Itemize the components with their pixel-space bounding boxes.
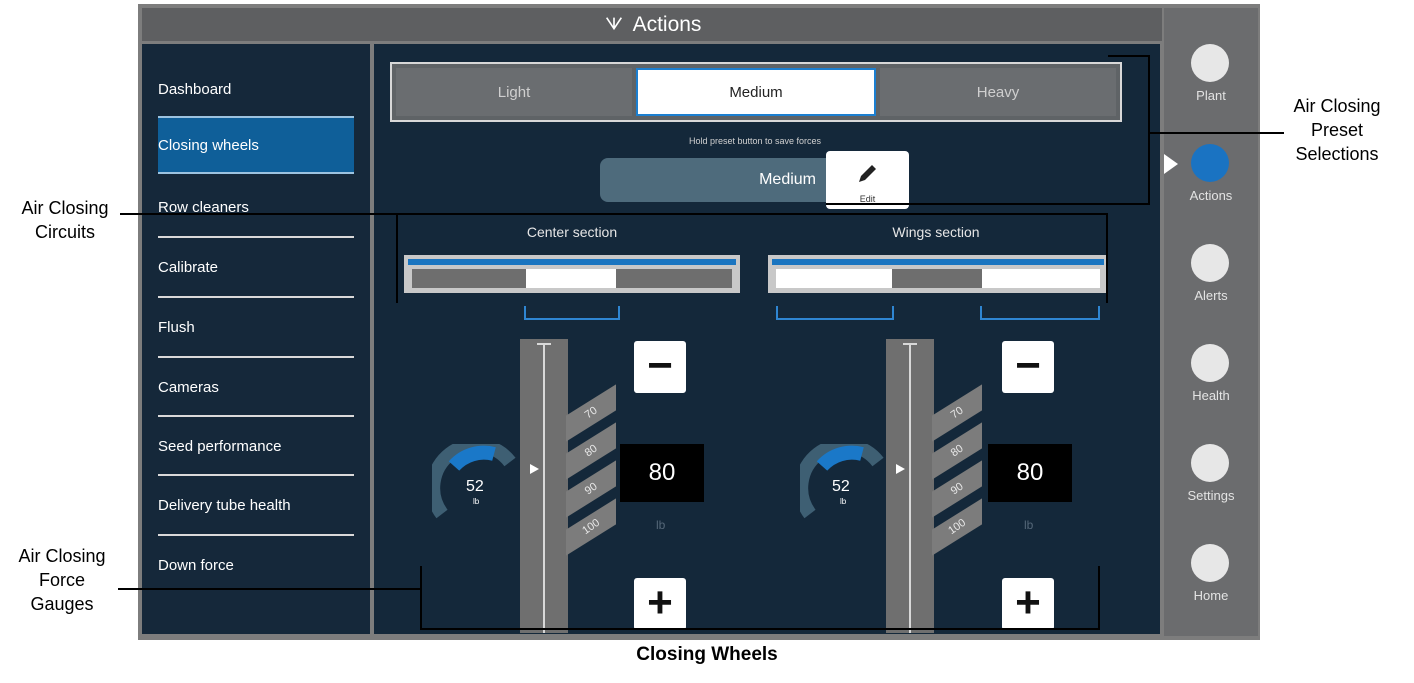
menu-item-label: Cameras	[158, 378, 219, 396]
title-bar: Actions	[142, 8, 1162, 41]
menu-item-flush[interactable]: Flush	[158, 298, 354, 356]
home-icon	[1191, 544, 1229, 582]
current-preset-label: Medium	[759, 171, 816, 188]
nav-alerts[interactable]: Alerts	[1164, 238, 1258, 326]
menu-item-calibrate[interactable]: Calibrate	[158, 238, 354, 296]
menu-item-label: Flush	[158, 318, 195, 336]
callout-line	[120, 213, 398, 215]
callout-line	[118, 588, 422, 590]
slider-cap	[903, 343, 917, 345]
nav-health[interactable]: Health	[1164, 338, 1258, 426]
callout-line	[1150, 132, 1284, 134]
menu-item-closing-wheels[interactable]: Closing wheels	[158, 116, 354, 174]
center-decrease-button[interactable]: −	[634, 341, 686, 393]
menu-item-label: Closing wheels	[158, 136, 259, 154]
menu-item-cameras[interactable]: Cameras	[158, 358, 354, 416]
preset-annotation: Air Closing Preset Selections	[1293, 96, 1381, 164]
center-setpoint-value: 80	[620, 444, 704, 502]
nav-actions[interactable]: Actions	[1164, 138, 1258, 226]
gauges-annotation: Air Closing Force Gauges	[18, 546, 106, 614]
wings-setpoint-value: 80	[988, 444, 1072, 502]
preset-callout-box	[1108, 55, 1150, 205]
nav-plant[interactable]: Plant	[1164, 38, 1258, 126]
slider-pointer[interactable]	[896, 464, 905, 474]
wings-decrease-button[interactable]: −	[1002, 341, 1054, 393]
nav-label: Settings	[1187, 488, 1235, 503]
nav-label: Alerts	[1194, 288, 1228, 303]
slider-cap	[537, 343, 551, 345]
circuit-bracket	[524, 306, 620, 320]
center-setpoint-unit: lb	[656, 518, 666, 532]
alerts-icon	[1191, 244, 1229, 282]
menu-item-dashboard[interactable]: Dashboard	[158, 60, 354, 118]
page-title: Actions	[632, 12, 702, 36]
menu-item-seed-performance[interactable]: Seed performance	[158, 417, 354, 475]
nav-settings[interactable]: Settings	[1164, 438, 1258, 526]
left-menu: Dashboard Closing wheels Row cleaners Ca…	[142, 44, 370, 634]
menu-item-label: Dashboard	[158, 80, 232, 98]
circuits-annotation: Air Closing Circuits	[21, 198, 109, 242]
gear-icon	[1191, 444, 1229, 482]
preset-selector: Light Medium Heavy	[390, 62, 1122, 122]
nav-label: Actions	[1189, 188, 1233, 203]
nav-label: Health	[1192, 388, 1230, 403]
wings-dial-value: 52	[832, 478, 850, 495]
slider-pointer[interactable]	[530, 464, 539, 474]
actions-icon	[605, 16, 622, 30]
wings-setpoint-unit: lb	[1024, 518, 1034, 532]
center-tick-scale: 70 80 90 100	[566, 384, 626, 570]
circuit-bracket	[776, 306, 894, 320]
nav-home[interactable]: Home	[1164, 538, 1258, 626]
circuit-bracket	[980, 306, 1100, 320]
actions-icon	[1191, 144, 1229, 182]
wings-tick-scale: 70 80 90 100	[932, 384, 992, 570]
menu-item-label: Calibrate	[158, 258, 219, 276]
wings-dial-unit: lb	[840, 497, 847, 506]
menu-item-row-cleaners[interactable]: Row cleaners	[158, 178, 354, 236]
center-dial-unit: lb	[473, 497, 480, 506]
preset-light-button[interactable]: Light	[396, 68, 632, 116]
preset-hint: Hold preset button to save forces	[688, 136, 822, 146]
health-icon	[1191, 344, 1229, 382]
menu-item-label: Seed performance	[158, 437, 282, 455]
pencil-icon	[859, 165, 876, 182]
edit-button[interactable]: Edit	[826, 151, 909, 209]
gauges-callout-box	[420, 566, 1100, 630]
menu-item-delivery-tube-health[interactable]: Delivery tube health	[158, 476, 354, 534]
figure-caption: Closing Wheels	[636, 644, 778, 665]
menu-item-label: Down force	[158, 556, 234, 574]
menu-item-down-force[interactable]: Down force	[158, 536, 354, 594]
active-indicator	[1164, 154, 1178, 174]
nav-label: Home	[1193, 588, 1229, 603]
preset-heavy-button[interactable]: Heavy	[880, 68, 1116, 116]
center-dial-value: 52	[466, 478, 484, 495]
main-content	[374, 44, 1160, 634]
plant-icon	[1191, 44, 1229, 82]
menu-item-label: Delivery tube health	[158, 496, 291, 514]
nav-label: Plant	[1196, 88, 1226, 103]
preset-medium-button[interactable]: Medium	[636, 68, 876, 116]
preset-callout-box	[826, 203, 1150, 205]
circuits-callout-box	[396, 213, 1108, 303]
